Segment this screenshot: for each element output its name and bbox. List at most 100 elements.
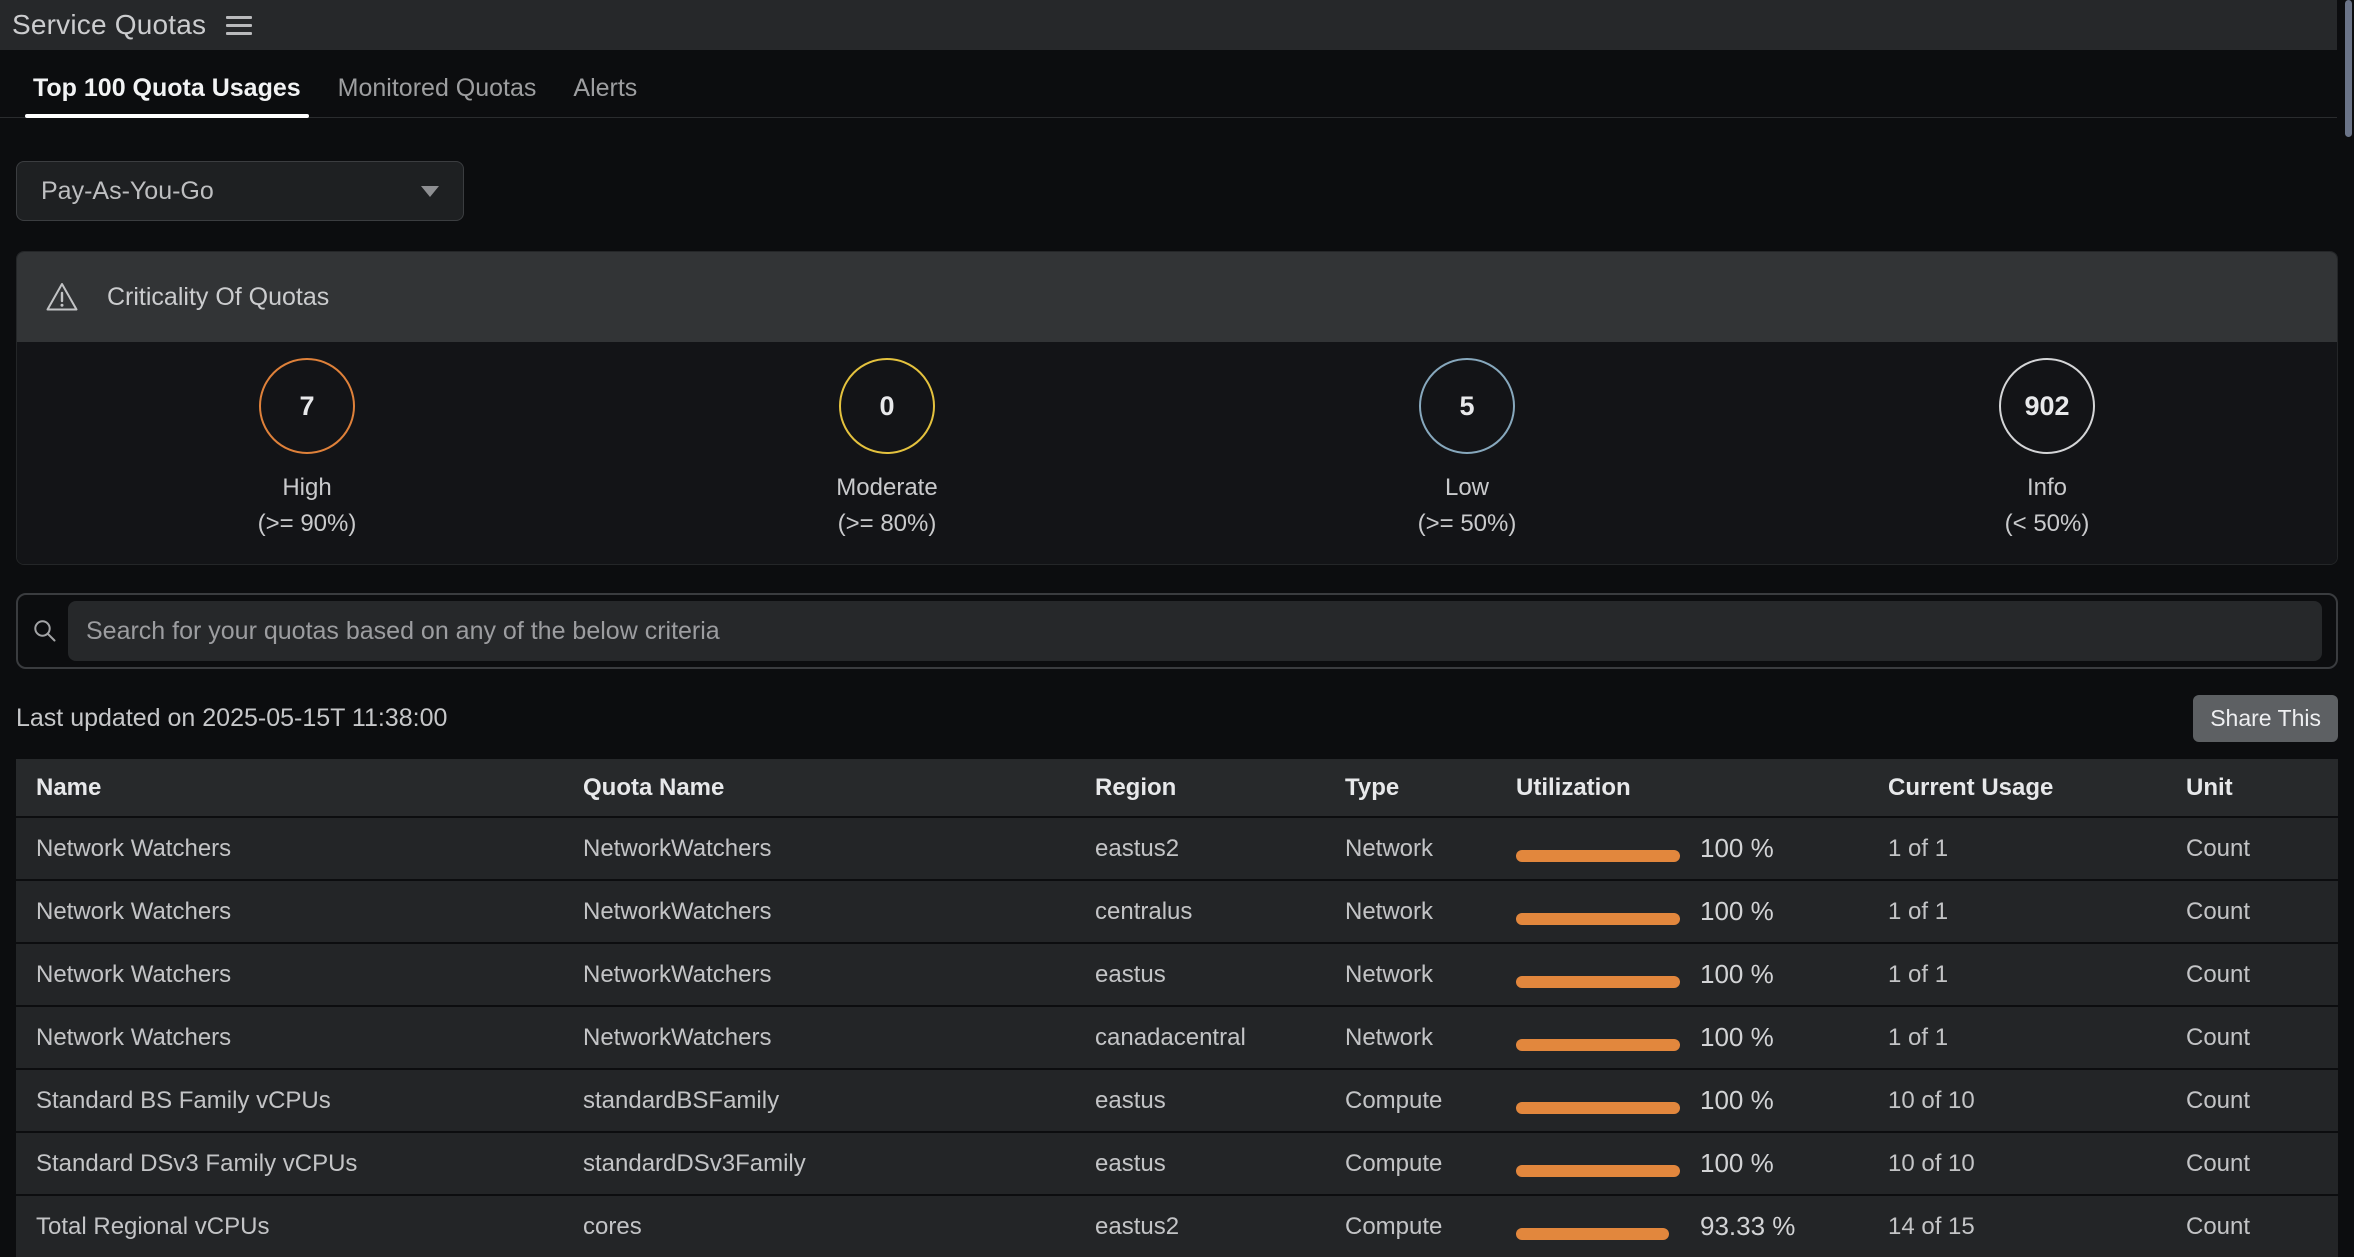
column-header-quota-name: Quota Name xyxy=(583,774,1095,802)
column-header-name: Name xyxy=(36,774,583,802)
table-row[interactable]: Network Watchers NetworkWatchers central… xyxy=(16,881,2338,942)
column-header-region: Region xyxy=(1095,774,1345,802)
quota-search-container xyxy=(16,593,2338,669)
column-header-current-usage: Current Usage xyxy=(1888,774,2186,802)
criticality-threshold: (< 50%) xyxy=(2005,506,2090,542)
utilization-bar xyxy=(1516,976,1680,988)
share-this-button[interactable]: Share This xyxy=(2193,695,2338,742)
table-row[interactable]: Standard DSv3 Family vCPUs standardDSv3F… xyxy=(16,1133,2338,1194)
table-row[interactable]: Network Watchers NetworkWatchers canadac… xyxy=(16,1007,2338,1068)
chevron-down-icon xyxy=(421,186,439,197)
cell-type: Network xyxy=(1345,835,1516,863)
tab-top-100-quota-usages[interactable]: Top 100 Quota Usages xyxy=(33,74,301,117)
criticality-panel-body: 7 High (>= 90%) 0 Moderate (>= 80%) 5 Lo… xyxy=(17,342,2337,564)
utilization-value: 100 % xyxy=(1700,1085,1774,1116)
utilization-value: 100 % xyxy=(1700,959,1774,990)
tab-bar: Top 100 Quota Usages Monitored Quotas Al… xyxy=(0,50,2337,118)
warning-icon xyxy=(45,281,79,313)
utilization-bar-fill xyxy=(1516,1165,1680,1177)
utilization-bar xyxy=(1516,1228,1680,1240)
cell-quota-name: NetworkWatchers xyxy=(583,835,1095,863)
cell-region: eastus xyxy=(1095,961,1345,989)
cell-name: Network Watchers xyxy=(36,898,583,926)
criticality-panel-title: Criticality Of Quotas xyxy=(107,283,329,312)
cell-unit: Count xyxy=(2186,835,2338,863)
criticality-threshold: (>= 90%) xyxy=(258,506,357,542)
cell-current-usage: 1 of 1 xyxy=(1888,898,2186,926)
tab-alerts[interactable]: Alerts xyxy=(573,74,637,117)
table-row[interactable]: Network Watchers NetworkWatchers eastus … xyxy=(16,944,2338,1005)
tab-monitored-quotas[interactable]: Monitored Quotas xyxy=(338,74,537,117)
criticality-threshold: (>= 80%) xyxy=(838,506,937,542)
page-content: Pay-As-You-Go Criticality Of Quotas 7 Hi… xyxy=(0,161,2354,1257)
cell-region: eastus2 xyxy=(1095,835,1345,863)
cell-type: Compute xyxy=(1345,1087,1516,1115)
column-header-unit: Unit xyxy=(2186,774,2338,802)
cell-unit: Count xyxy=(2186,898,2338,926)
utilization-bar-fill xyxy=(1516,976,1680,988)
last-updated-text: Last updated on 2025-05-15T 11:38:00 xyxy=(16,704,447,733)
table-row[interactable]: Total Regional vCPUs cores eastus2 Compu… xyxy=(16,1196,2338,1257)
criticality-item-moderate: 0 Moderate (>= 80%) xyxy=(597,358,1177,564)
utilization-bar-fill xyxy=(1516,1102,1680,1114)
cell-type: Compute xyxy=(1345,1150,1516,1178)
cell-name: Network Watchers xyxy=(36,961,583,989)
cell-unit: Count xyxy=(2186,1213,2338,1241)
utilization-bar xyxy=(1516,913,1680,925)
cell-unit: Count xyxy=(2186,1024,2338,1052)
criticality-item-info: 902 Info (< 50%) xyxy=(1757,358,2337,564)
menu-icon[interactable] xyxy=(224,12,254,39)
utilization-value: 100 % xyxy=(1700,896,1774,927)
criticality-label: Low xyxy=(1445,470,1489,506)
vertical-scrollbar-thumb[interactable] xyxy=(2345,0,2352,137)
criticality-count-circle: 7 xyxy=(259,358,355,454)
utilization-value: 93.33 % xyxy=(1700,1211,1795,1242)
table-row[interactable]: Standard BS Family vCPUs standardBSFamil… xyxy=(16,1070,2338,1131)
criticality-panel: Criticality Of Quotas 7 High (>= 90%) 0 … xyxy=(16,251,2338,565)
cell-utilization: 100 % xyxy=(1516,833,1888,864)
criticality-threshold: (>= 50%) xyxy=(1418,506,1517,542)
utilization-bar-fill xyxy=(1516,913,1680,925)
cell-region: eastus xyxy=(1095,1150,1345,1178)
app-header: Service Quotas xyxy=(0,0,2337,50)
utilization-bar xyxy=(1516,1165,1680,1177)
table-row[interactable]: Network Watchers NetworkWatchers eastus2… xyxy=(16,818,2338,879)
cell-current-usage: 10 of 10 xyxy=(1888,1087,2186,1115)
cell-current-usage: 14 of 15 xyxy=(1888,1213,2186,1241)
cell-type: Network xyxy=(1345,898,1516,926)
cell-quota-name: NetworkWatchers xyxy=(583,898,1095,926)
quota-table: Name Quota Name Region Type Utilization … xyxy=(16,759,2338,1257)
cell-unit: Count xyxy=(2186,961,2338,989)
utilization-value: 100 % xyxy=(1700,1022,1774,1053)
criticality-label: High xyxy=(282,470,331,506)
utilization-bar xyxy=(1516,1102,1680,1114)
criticality-label: Info xyxy=(2027,470,2067,506)
criticality-item-low: 5 Low (>= 50%) xyxy=(1177,358,1757,564)
cell-quota-name: standardBSFamily xyxy=(583,1087,1095,1115)
criticality-label: Moderate xyxy=(836,470,937,506)
column-header-utilization: Utilization xyxy=(1516,774,1888,802)
cell-name: Network Watchers xyxy=(36,835,583,863)
cell-quota-name: NetworkWatchers xyxy=(583,961,1095,989)
utilization-bar-fill xyxy=(1516,1228,1669,1240)
search-icon xyxy=(32,618,58,644)
cell-region: eastus xyxy=(1095,1087,1345,1115)
cell-unit: Count xyxy=(2186,1150,2338,1178)
cell-quota-name: standardDSv3Family xyxy=(583,1150,1095,1178)
criticality-count-circle: 902 xyxy=(1999,358,2095,454)
table-header-row: Name Quota Name Region Type Utilization … xyxy=(16,759,2338,816)
utilization-bar-fill xyxy=(1516,1039,1680,1051)
utilization-bar xyxy=(1516,850,1680,862)
criticality-panel-header: Criticality Of Quotas xyxy=(17,252,2337,342)
criticality-item-high: 7 High (>= 90%) xyxy=(17,358,597,564)
quota-search-input[interactable] xyxy=(68,601,2322,661)
cell-type: Network xyxy=(1345,961,1516,989)
criticality-count-circle: 0 xyxy=(839,358,935,454)
cell-type: Compute xyxy=(1345,1213,1516,1241)
subscription-dropdown[interactable]: Pay-As-You-Go xyxy=(16,161,464,221)
status-bar: Last updated on 2025-05-15T 11:38:00 Sha… xyxy=(16,695,2338,741)
cell-name: Standard BS Family vCPUs xyxy=(36,1087,583,1115)
cell-utilization: 100 % xyxy=(1516,1085,1888,1116)
page-title: Service Quotas xyxy=(12,9,206,41)
cell-region: eastus2 xyxy=(1095,1213,1345,1241)
